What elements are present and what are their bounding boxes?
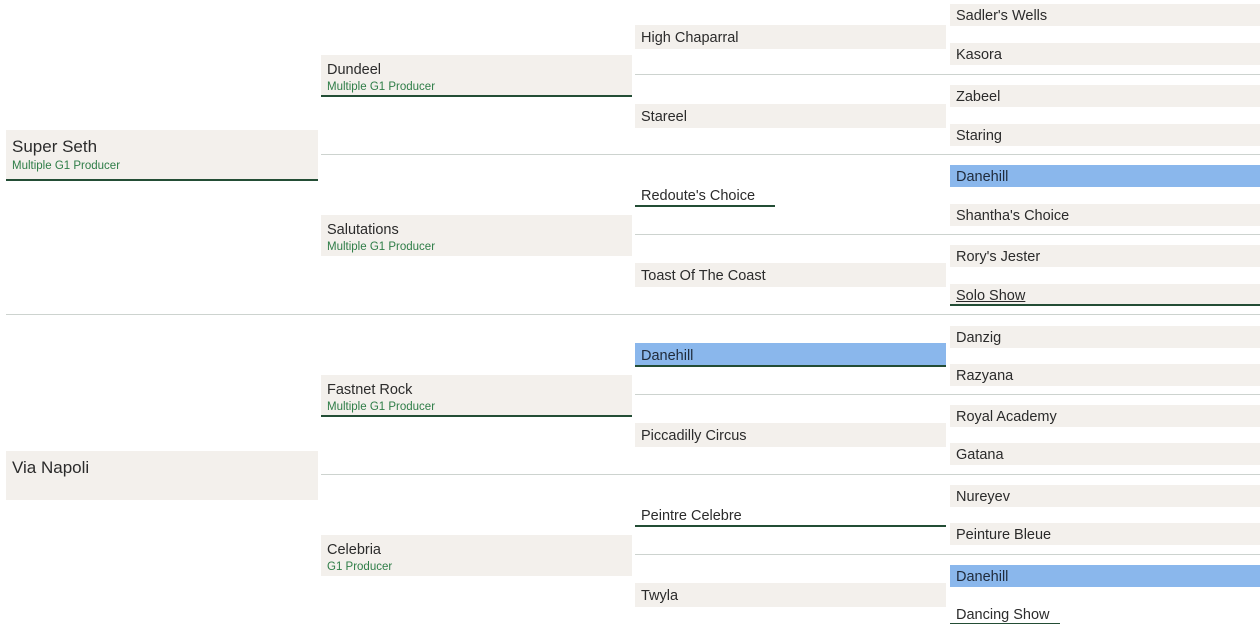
ancestor-entry[interactable]: Zabeel <box>950 85 1260 107</box>
horse-name: Rory's Jester <box>956 249 1041 265</box>
horse-name: Gatana <box>956 447 1004 463</box>
ancestor-entry[interactable]: Danzig <box>950 326 1260 348</box>
ancestor-entry[interactable]: Staring <box>950 124 1260 146</box>
horse-name: Super Seth <box>12 137 98 156</box>
producer-note: Multiple G1 Producer <box>327 80 436 93</box>
ancestor-entry[interactable]: Piccadilly Circus <box>635 423 946 447</box>
ancestor-entry[interactable]: Redoute's Choice <box>635 183 775 207</box>
ancestor-entry[interactable]: Razyana <box>950 364 1260 386</box>
horse-name: Solo Show <box>956 288 1026 304</box>
pedigree-chart: Super Seth Multiple G1 Producer Via Napo… <box>0 0 1260 625</box>
horse-name: Dancing Show <box>956 607 1050 623</box>
horse-name: Danehill <box>956 569 1009 585</box>
generation-2-column: Dundeel Multiple G1 Producer Salutations… <box>321 0 632 625</box>
producer-note: Multiple G1 Producer <box>327 240 436 253</box>
horse-name: Sadler's Wells <box>956 8 1048 24</box>
ancestor-entry[interactable]: Dundeel Multiple G1 Producer <box>321 55 632 97</box>
horse-name: Kasora <box>956 47 1002 63</box>
producer-note: Multiple G1 Producer <box>12 160 121 172</box>
horse-name: High Chaparral <box>641 30 739 46</box>
ancestor-entry[interactable]: Twyla <box>635 583 946 607</box>
horse-name: Redoute's Choice <box>641 188 756 204</box>
generation-4-column: Sadler's Wells Kasora Zabeel Staring Dan… <box>950 0 1260 625</box>
ancestor-entry[interactable]: Dancing Show <box>950 603 1060 624</box>
generation-1-column: Super Seth Multiple G1 Producer Via Napo… <box>6 0 318 625</box>
ancestor-entry[interactable]: Nureyev <box>950 485 1260 507</box>
horse-name: Twyla <box>641 588 679 604</box>
ancestor-entry-highlighted[interactable]: Danehill <box>950 565 1260 587</box>
ancestor-entry[interactable]: Solo Show <box>950 284 1260 306</box>
horse-name: Peinture Bleue <box>956 527 1052 543</box>
ancestor-entry[interactable]: Stareel <box>635 104 946 128</box>
horse-name: Shantha's Choice <box>956 208 1070 224</box>
ancestor-entry[interactable]: Shantha's Choice <box>950 204 1260 226</box>
ancestor-entry[interactable]: Kasora <box>950 43 1260 65</box>
ancestor-entry-highlighted[interactable]: Danehill <box>635 343 946 367</box>
horse-name: Nureyev <box>956 489 1010 505</box>
ancestor-entry[interactable]: Toast Of The Coast <box>635 263 946 287</box>
ancestor-entry[interactable]: High Chaparral <box>635 25 946 49</box>
ancestor-entry[interactable]: Peintre Celebre <box>635 503 946 527</box>
horse-name: Danehill <box>641 348 694 364</box>
ancestor-entry[interactable]: Salutations Multiple G1 Producer <box>321 215 632 256</box>
horse-name: Zabeel <box>956 89 1001 105</box>
producer-note: G1 Producer <box>327 560 393 573</box>
horse-name: Celebria <box>327 542 381 558</box>
horse-name: Stareel <box>641 109 687 125</box>
horse-name: Peintre Celebre <box>641 508 742 524</box>
horse-name: Razyana <box>956 368 1014 384</box>
horse-name: Staring <box>956 128 1002 144</box>
horse-name: Danzig <box>956 330 1002 346</box>
ancestor-entry[interactable]: Sadler's Wells <box>950 4 1260 26</box>
ancestor-entry-highlighted[interactable]: Danehill <box>950 165 1260 187</box>
horse-name: Piccadilly Circus <box>641 428 747 444</box>
horse-name: Fastnet Rock <box>327 382 413 398</box>
dam-entry[interactable]: Via Napoli <box>6 451 318 500</box>
horse-name: Toast Of The Coast <box>641 268 766 284</box>
horse-name: Royal Academy <box>956 409 1057 425</box>
sire-entry[interactable]: Super Seth Multiple G1 Producer <box>6 130 318 181</box>
ancestor-entry[interactable]: Celebria G1 Producer <box>321 535 632 576</box>
horse-name: Dundeel <box>327 62 382 78</box>
ancestor-entry[interactable]: Rory's Jester <box>950 245 1260 267</box>
ancestor-entry[interactable]: Fastnet Rock Multiple G1 Producer <box>321 375 632 417</box>
ancestor-entry[interactable]: Gatana <box>950 443 1260 465</box>
horse-name: Danehill <box>956 169 1009 185</box>
horse-name: Salutations <box>327 222 399 238</box>
ancestor-entry[interactable]: Peinture Bleue <box>950 523 1260 545</box>
generation-3-column: High Chaparral Stareel Redoute's Choice … <box>635 0 946 625</box>
ancestor-entry[interactable]: Royal Academy <box>950 405 1260 427</box>
horse-name: Via Napoli <box>12 458 90 477</box>
producer-note: Multiple G1 Producer <box>327 400 436 413</box>
